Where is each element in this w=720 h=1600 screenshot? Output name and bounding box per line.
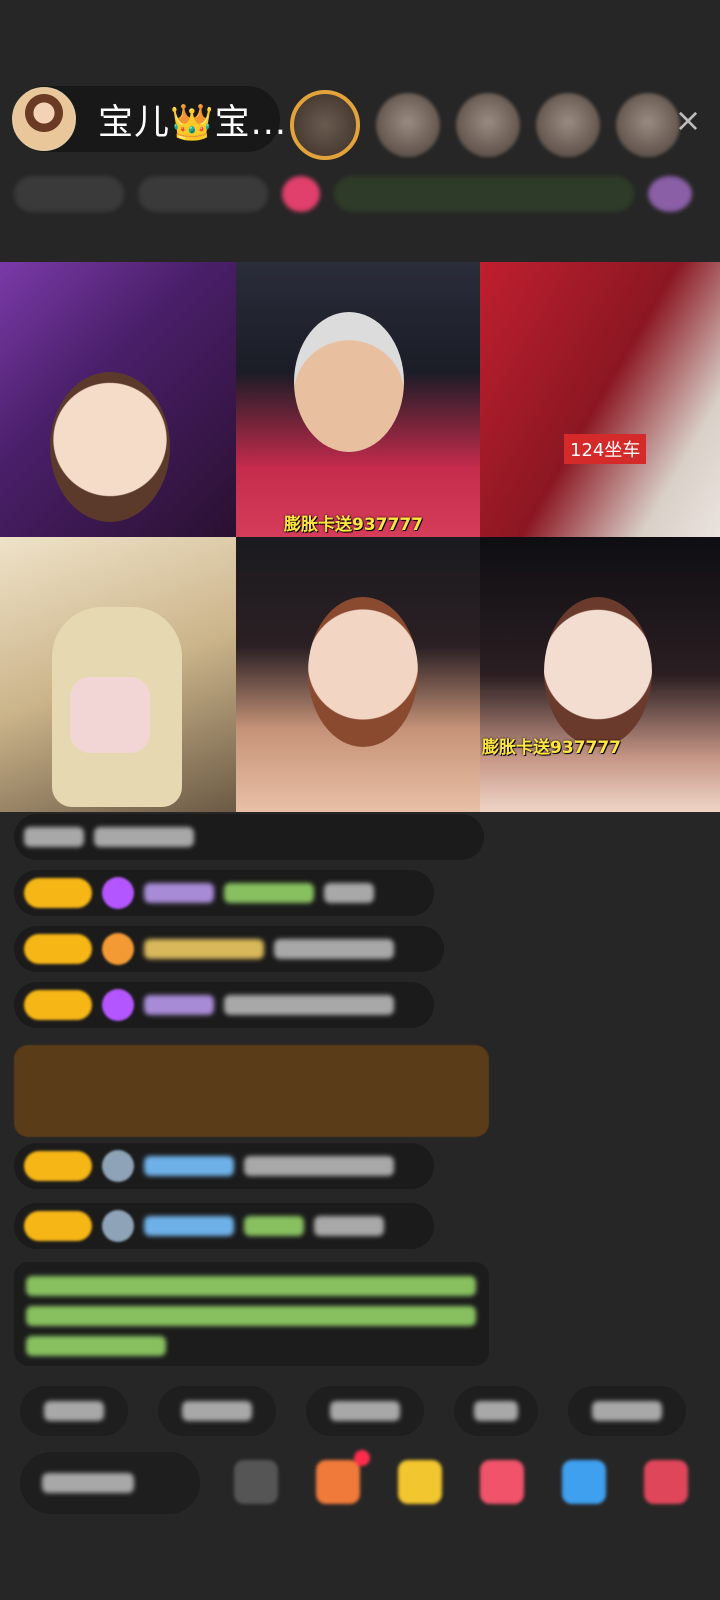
popularity-chip[interactable] bbox=[138, 176, 268, 212]
gift-box-icon[interactable] bbox=[398, 1460, 442, 1504]
video-tile-4[interactable] bbox=[0, 537, 236, 812]
viewer-avatar-1[interactable] bbox=[290, 90, 360, 160]
chat-message[interactable] bbox=[14, 982, 434, 1028]
video-tile-3[interactable]: 124坐车 bbox=[480, 262, 720, 537]
quick-reply-chip[interactable] bbox=[158, 1386, 276, 1436]
fan-club-icon[interactable] bbox=[648, 176, 692, 212]
gift-icon[interactable] bbox=[480, 1460, 524, 1504]
top-viewers bbox=[290, 90, 680, 160]
guest-portrait bbox=[544, 597, 652, 747]
close-icon[interactable]: × bbox=[670, 102, 706, 138]
more-icon[interactable] bbox=[644, 1460, 688, 1504]
gem-icon bbox=[102, 989, 134, 1021]
chat-message[interactable] bbox=[14, 1203, 434, 1249]
guest-portrait bbox=[294, 312, 404, 452]
gem-icon bbox=[102, 1150, 134, 1182]
level-badge bbox=[24, 934, 92, 964]
gem-icon bbox=[102, 877, 134, 909]
chat-message[interactable] bbox=[14, 926, 444, 972]
gift-chip-icon[interactable] bbox=[282, 176, 320, 212]
share-icon[interactable] bbox=[562, 1460, 606, 1504]
viewer-avatar-2[interactable] bbox=[376, 93, 440, 157]
activity-icon[interactable] bbox=[316, 1450, 370, 1504]
level-badge bbox=[24, 878, 92, 908]
stats-row bbox=[14, 174, 706, 214]
tile-label: 膨胀卡送937777 bbox=[482, 738, 621, 758]
video-tile-6[interactable]: 膨胀卡送937777 bbox=[480, 537, 720, 812]
level-badge bbox=[24, 1151, 92, 1181]
rank-chip[interactable] bbox=[14, 176, 124, 212]
bottom-toolbar bbox=[234, 1450, 688, 1504]
system-notice[interactable] bbox=[14, 1045, 489, 1137]
chat-message[interactable] bbox=[14, 814, 484, 860]
quick-reply-chip[interactable] bbox=[568, 1386, 686, 1436]
quick-reply-chip[interactable] bbox=[454, 1386, 538, 1436]
gem-icon bbox=[102, 1210, 134, 1242]
guest-portrait bbox=[308, 597, 418, 747]
chat-input[interactable] bbox=[20, 1452, 200, 1514]
video-tile-1[interactable] bbox=[0, 262, 236, 537]
activity-banner[interactable] bbox=[334, 176, 634, 212]
video-tile-5[interactable] bbox=[236, 537, 480, 812]
emoji-icon[interactable] bbox=[234, 1460, 278, 1504]
gem-icon bbox=[102, 933, 134, 965]
pillow-image bbox=[70, 677, 150, 753]
host-name: 宝儿👑宝... bbox=[98, 102, 287, 143]
viewer-avatar-3[interactable] bbox=[456, 93, 520, 157]
multi-guest-video-grid: 膨胀卡送937777 124坐车 膨胀卡送937777 bbox=[0, 262, 720, 812]
unread-dot bbox=[354, 1450, 370, 1466]
quick-reply-row bbox=[20, 1386, 686, 1436]
chat-message[interactable] bbox=[14, 1143, 434, 1189]
level-badge bbox=[24, 990, 92, 1020]
quick-reply-chip[interactable] bbox=[20, 1386, 128, 1436]
chat-message[interactable] bbox=[14, 870, 434, 916]
host-avatar[interactable] bbox=[12, 87, 76, 151]
announcement-message[interactable] bbox=[14, 1262, 489, 1366]
guest-portrait bbox=[50, 372, 170, 522]
host-info-pill[interactable]: 宝儿👑宝... bbox=[12, 86, 286, 152]
viewer-avatar-4[interactable] bbox=[536, 93, 600, 157]
quick-reply-chip[interactable] bbox=[306, 1386, 424, 1436]
tile-label: 124坐车 bbox=[564, 434, 647, 464]
tile-label: 膨胀卡送937777 bbox=[284, 515, 423, 535]
video-tile-2[interactable]: 膨胀卡送937777 bbox=[236, 262, 480, 537]
level-badge bbox=[24, 1211, 92, 1241]
